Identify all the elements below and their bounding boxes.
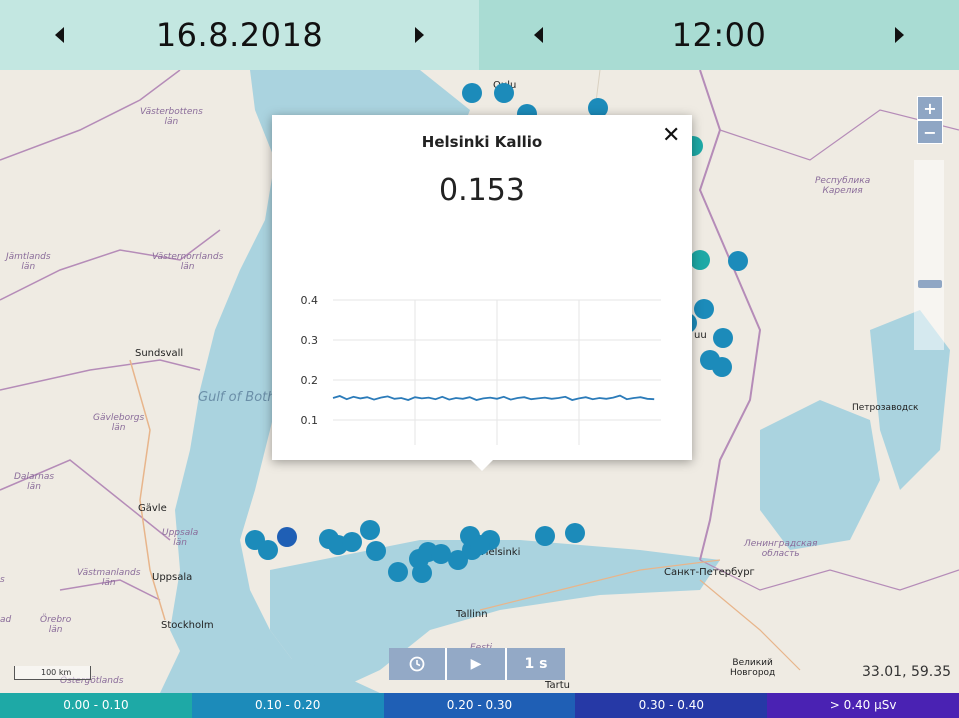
speed-button[interactable]: 1 s [507, 648, 565, 680]
clock-icon [409, 656, 425, 672]
popup-title: Helsinki Kallio [421, 133, 543, 151]
label-leningrad: Ленинградская область [744, 539, 818, 559]
zoom-slider-track[interactable] [914, 160, 944, 350]
date-value: 16.8.2018 [155, 16, 324, 54]
legend-item-0: 0.00 - 0.10 [0, 693, 192, 718]
measurement-marker[interactable] [535, 526, 555, 546]
measurement-marker[interactable] [342, 532, 362, 552]
label-vastmanland: Västmanlands län [77, 568, 141, 588]
label-karelia: Республика Карелия [815, 176, 871, 196]
map-scale: 100 km [14, 666, 91, 680]
label-gavle: Gävle [138, 503, 167, 514]
zoom-out-button[interactable]: − [917, 120, 943, 144]
label-s: s [0, 575, 5, 585]
previous-date-arrow-icon[interactable] [55, 27, 64, 43]
dose-rate-chart: 00.10.20.30.400:0006:0012:0018:00Aug 16,… [301, 294, 661, 445]
cursor-coordinates: 33.01, 59.35 [862, 664, 952, 680]
legend-item-3: 0.30 - 0.40 [575, 693, 768, 718]
y-tick-label: 0.4 [301, 294, 319, 307]
measurement-marker[interactable] [388, 562, 408, 582]
popup-value: 0.153 [439, 173, 525, 208]
label-tallinn: Tallinn [456, 609, 488, 620]
measurement-marker[interactable] [712, 357, 732, 377]
playback-controls: ▶ 1 s [389, 648, 565, 680]
measurement-marker[interactable] [565, 523, 585, 543]
time-value: 12:00 [671, 16, 767, 54]
label-sundsvall: Sundsvall [135, 348, 184, 359]
label-stockholm: Stockholm [161, 620, 214, 631]
play-button[interactable]: ▶ [447, 648, 507, 680]
popup-pointer [470, 459, 494, 471]
measurement-marker[interactable] [366, 541, 386, 561]
legend-item-1: 0.10 - 0.20 [191, 693, 384, 718]
label-dalarna: Dalarnas län [14, 472, 55, 492]
clock-button[interactable] [389, 648, 447, 680]
label-vasternorrland: Västernorrlands län [152, 252, 224, 272]
lake-ladoga [760, 400, 880, 550]
next-date-arrow-icon[interactable] [415, 27, 424, 43]
y-tick-label: 0.1 [301, 414, 319, 427]
previous-time-arrow-icon[interactable] [534, 27, 543, 43]
label-orebro: Örebro län [40, 615, 72, 635]
date-time-bar: 16.8.2018 12:00 [0, 0, 959, 70]
measurement-marker[interactable] [713, 328, 733, 348]
label-jamtland: Jämtlands län [6, 252, 51, 272]
label-vasterbotten: Västerbottens län [140, 107, 203, 127]
label-ad: ad [0, 615, 12, 625]
measurement-marker[interactable] [494, 83, 514, 103]
measurement-marker[interactable] [258, 540, 278, 560]
measurement-marker[interactable] [690, 250, 710, 270]
measurement-marker[interactable] [728, 251, 748, 271]
zoom-slider-handle[interactable] [918, 280, 942, 288]
station-popup: Helsinki Kallio ✕ 0.153 00.10.20.30.400:… [272, 115, 692, 460]
measurement-marker[interactable] [462, 83, 482, 103]
label-uppsala: Uppsala [152, 572, 193, 583]
legend-item-4: > 0.40 µSv [767, 693, 959, 718]
label-gulf-of-bothnia: Gulf of Both [198, 390, 276, 405]
close-icon[interactable]: ✕ [662, 123, 680, 148]
series-line [332, 394, 655, 401]
label-gavleborg: Gävleborgs län [93, 413, 145, 433]
zoom-controls: + − [917, 96, 943, 144]
measurement-marker[interactable] [470, 535, 490, 555]
label-petrozavodsk: Петрозаводск [852, 403, 919, 413]
date-selector: 16.8.2018 [0, 0, 479, 70]
label-saint-petersburg: Санкт-Петербург [664, 567, 755, 578]
label-novgorod: Великий Новгород [730, 658, 776, 678]
measurement-marker[interactable] [694, 299, 714, 319]
time-selector: 12:00 [479, 0, 959, 70]
zoom-in-button[interactable]: + [917, 96, 943, 120]
label-kuopio: uu [694, 330, 707, 341]
y-tick-label: 0.3 [301, 334, 319, 347]
label-uppsala-lan: Uppsala län [162, 528, 199, 548]
y-tick-label: 0.2 [301, 374, 319, 387]
next-time-arrow-icon[interactable] [895, 27, 904, 43]
label-tartu: Tartu [545, 680, 570, 691]
measurement-marker[interactable] [277, 527, 297, 547]
dose-legend: 0.00 - 0.10 0.10 - 0.20 0.20 - 0.30 0.30… [0, 693, 959, 718]
legend-item-2: 0.20 - 0.30 [383, 693, 576, 718]
measurement-marker[interactable] [360, 520, 380, 540]
